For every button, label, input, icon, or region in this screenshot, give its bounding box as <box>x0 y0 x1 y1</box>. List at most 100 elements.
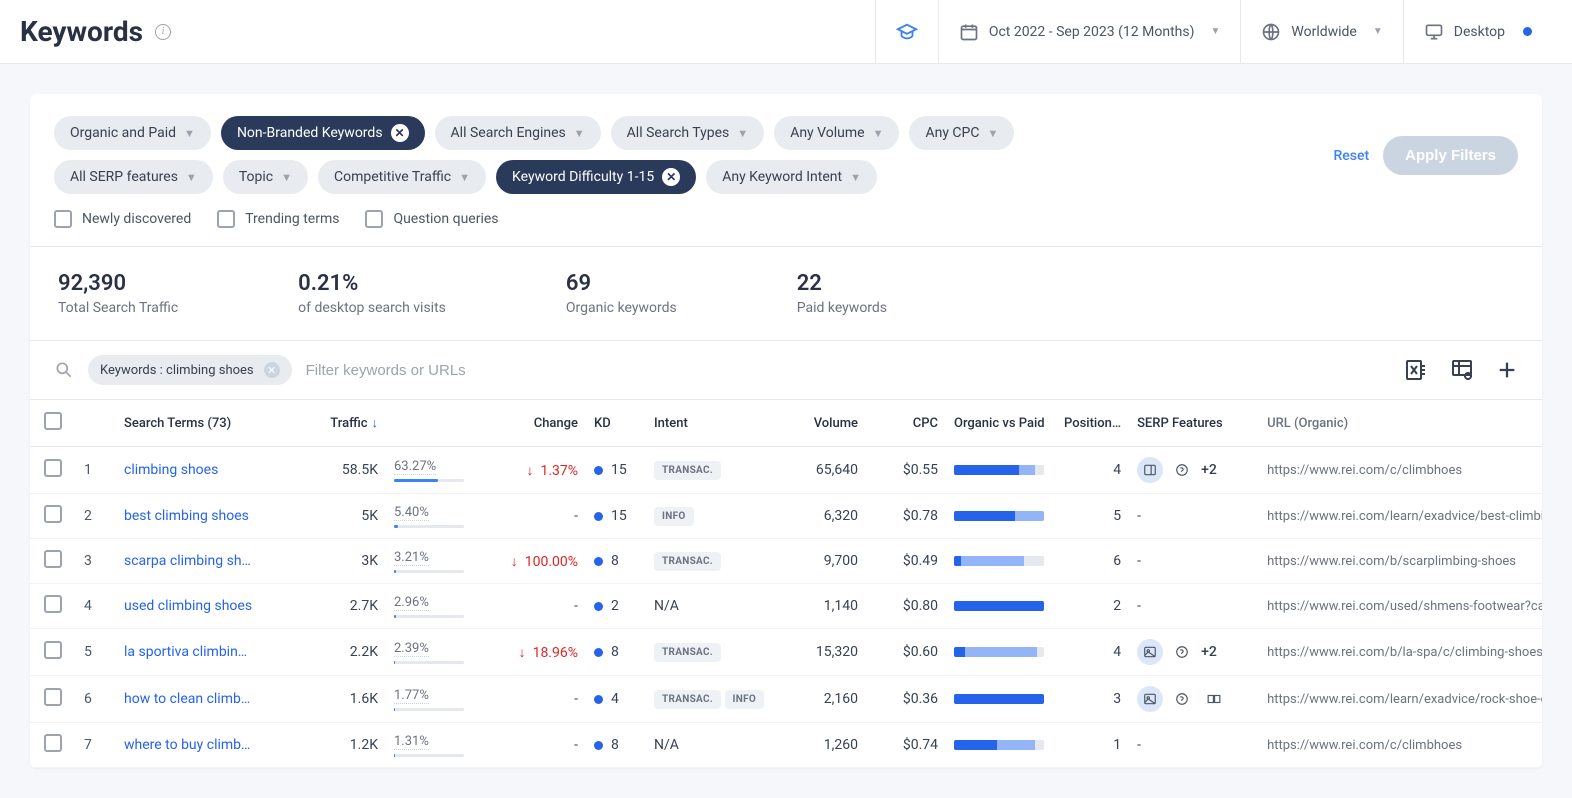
col-kd[interactable]: KD <box>586 400 646 447</box>
filter-pill[interactable]: Topic▼ <box>223 160 308 194</box>
chevron-down-icon: ▼ <box>574 127 585 140</box>
device-selector[interactable]: Desktop <box>1403 0 1552 63</box>
serp-image-icon[interactable] <box>1137 639 1163 665</box>
row-checkbox[interactable] <box>44 688 62 706</box>
col-organic-vs-paid[interactable]: Organic vs Paid <box>946 400 1056 447</box>
row-checkbox[interactable] <box>44 550 62 568</box>
search-term-link[interactable]: la sportiva climbin… <box>124 644 247 660</box>
traffic-value: 1.2K <box>316 723 386 768</box>
filter-input[interactable] <box>306 362 566 379</box>
chevron-down-icon: ▼ <box>737 127 748 140</box>
row-checkbox[interactable] <box>44 459 62 477</box>
serp-more[interactable]: +2 <box>1201 462 1217 478</box>
col-position[interactable]: Position… <box>1056 400 1129 447</box>
metric-label: of desktop search visits <box>298 300 446 316</box>
filter-pill[interactable]: Any CPC▼ <box>909 116 1014 150</box>
table-settings-icon[interactable] <box>1450 358 1474 382</box>
row-checkbox[interactable] <box>44 505 62 523</box>
intent-badge: INFO <box>725 690 765 709</box>
serp-panel-icon[interactable] <box>1137 457 1163 483</box>
metric-label: Total Search Traffic <box>58 300 178 316</box>
filter-checkbox[interactable]: Trending terms <box>217 210 339 228</box>
pill-label: Non-Branded Keywords <box>237 125 383 141</box>
metric: 69Organic keywords <box>566 271 677 316</box>
metric: 22Paid keywords <box>797 271 887 316</box>
filter-pill[interactable]: Non-Branded Keywords ✕ <box>221 116 425 150</box>
select-all-checkbox[interactable] <box>44 412 62 430</box>
kd-dot-icon <box>594 557 603 566</box>
col-serp-features[interactable]: SERP Features <box>1129 400 1259 447</box>
position-value: 4 <box>1056 629 1129 676</box>
date-range-selector[interactable]: Oct 2022 - Sep 2023 (12 Months) ▼ <box>938 0 1241 63</box>
search-term-link[interactable]: how to clean climb… <box>124 691 250 707</box>
organic-vs-paid-bar <box>954 601 1044 611</box>
pill-label: Any Volume <box>790 125 864 141</box>
traffic-pct: 2.39% <box>386 629 486 676</box>
filter-checkbox[interactable]: Question queries <box>365 210 498 228</box>
row-checkbox[interactable] <box>44 641 62 659</box>
region-selector[interactable]: Worldwide ▼ <box>1240 0 1402 63</box>
change-value: ↓ 1.37% <box>527 463 579 479</box>
serp-image-icon[interactable] <box>1137 686 1163 712</box>
export-excel-icon[interactable] <box>1404 358 1428 382</box>
traffic-value: 3K <box>316 539 386 584</box>
col-cpc[interactable]: CPC <box>866 400 946 447</box>
serp-help-icon[interactable] <box>1169 686 1195 712</box>
traffic-value: 2.7K <box>316 584 386 629</box>
apply-filters-button[interactable]: Apply Filters <box>1383 136 1518 175</box>
col-url[interactable]: URL (Organic) <box>1259 400 1542 447</box>
kd-dot-icon <box>594 648 603 657</box>
filter-checkboxes: Newly discovered Trending terms Question q… <box>30 204 1542 246</box>
pill-label: Keyword Difficulty 1-15 <box>512 169 654 185</box>
filter-pill[interactable]: Any Keyword Intent▼ <box>706 160 877 194</box>
reset-link[interactable]: Reset <box>1333 148 1369 164</box>
col-traffic[interactable]: Traffic↓ <box>316 400 386 447</box>
url-value: https://www.rei.com/used/shmens-footwear… <box>1259 584 1542 629</box>
serp-more[interactable]: +2 <box>1201 644 1217 660</box>
organic-vs-paid-bar <box>954 556 1044 566</box>
search-term-link[interactable]: climbing shoes <box>124 462 218 478</box>
intent-na: N/A <box>654 598 679 614</box>
chevron-down-icon: ▼ <box>873 127 884 140</box>
filter-pill[interactable]: All Search Types▼ <box>611 116 765 150</box>
table-row: 6how to clean climb…1.6K1.77%-4TRANSAC. … <box>30 676 1542 723</box>
info-icon[interactable]: i <box>155 24 171 40</box>
kd-dot-icon <box>594 512 603 521</box>
row-checkbox[interactable] <box>44 595 62 613</box>
chevron-down-icon: ▼ <box>459 171 470 184</box>
col-volume[interactable]: Volume <box>776 400 866 447</box>
chip-remove-icon[interactable]: ✕ <box>264 362 280 378</box>
traffic-value: 1.6K <box>316 676 386 723</box>
row-checkbox[interactable] <box>44 734 62 752</box>
search-term-link[interactable]: scarpa climbing sh… <box>124 553 251 569</box>
pill-label: All SERP features <box>70 169 178 185</box>
col-search-terms[interactable]: Search Terms (73) <box>116 400 316 447</box>
intent-badge: TRANSAC. <box>654 461 721 480</box>
academy-button[interactable] <box>875 0 938 63</box>
col-intent[interactable]: Intent <box>646 400 776 447</box>
kd-value: 15 <box>586 447 646 494</box>
col-change[interactable]: Change <box>486 400 586 447</box>
filter-pill[interactable]: Keyword Difficulty 1-15 ✕ <box>496 160 696 194</box>
serp-site-icon[interactable] <box>1201 686 1227 712</box>
filter-pill[interactable]: All SERP features▼ <box>54 160 213 194</box>
filter-pill[interactable]: Competitive Traffic ▼ <box>318 160 486 194</box>
chevron-down-icon: ▼ <box>1210 26 1220 37</box>
url-value: https://www.rei.com/learn/exadvice/rock-… <box>1259 676 1542 723</box>
pill-label: Competitive Traffic <box>334 169 451 185</box>
close-icon[interactable]: ✕ <box>662 168 680 186</box>
filter-pill[interactable]: All Search Engines▼ <box>435 116 601 150</box>
serp-help-icon[interactable] <box>1169 639 1195 665</box>
serp-help-icon[interactable] <box>1169 457 1195 483</box>
search-term-link[interactable]: where to buy climb… <box>124 737 250 753</box>
search-term-link[interactable]: best climbing shoes <box>124 508 249 524</box>
close-icon[interactable]: ✕ <box>391 124 409 142</box>
add-icon[interactable] <box>1496 359 1518 381</box>
filter-checkbox[interactable]: Newly discovered <box>54 210 191 228</box>
search-term-link[interactable]: used climbing shoes <box>124 598 252 614</box>
filter-pill[interactable]: Organic and Paid▼ <box>54 116 211 150</box>
date-range-label: Oct 2022 - Sep 2023 (12 Months) <box>989 24 1195 40</box>
pill-label: Any Keyword Intent <box>722 169 842 185</box>
metric: 0.21%of desktop search visits <box>298 271 446 316</box>
filter-pill[interactable]: Any Volume ▼ <box>774 116 899 150</box>
